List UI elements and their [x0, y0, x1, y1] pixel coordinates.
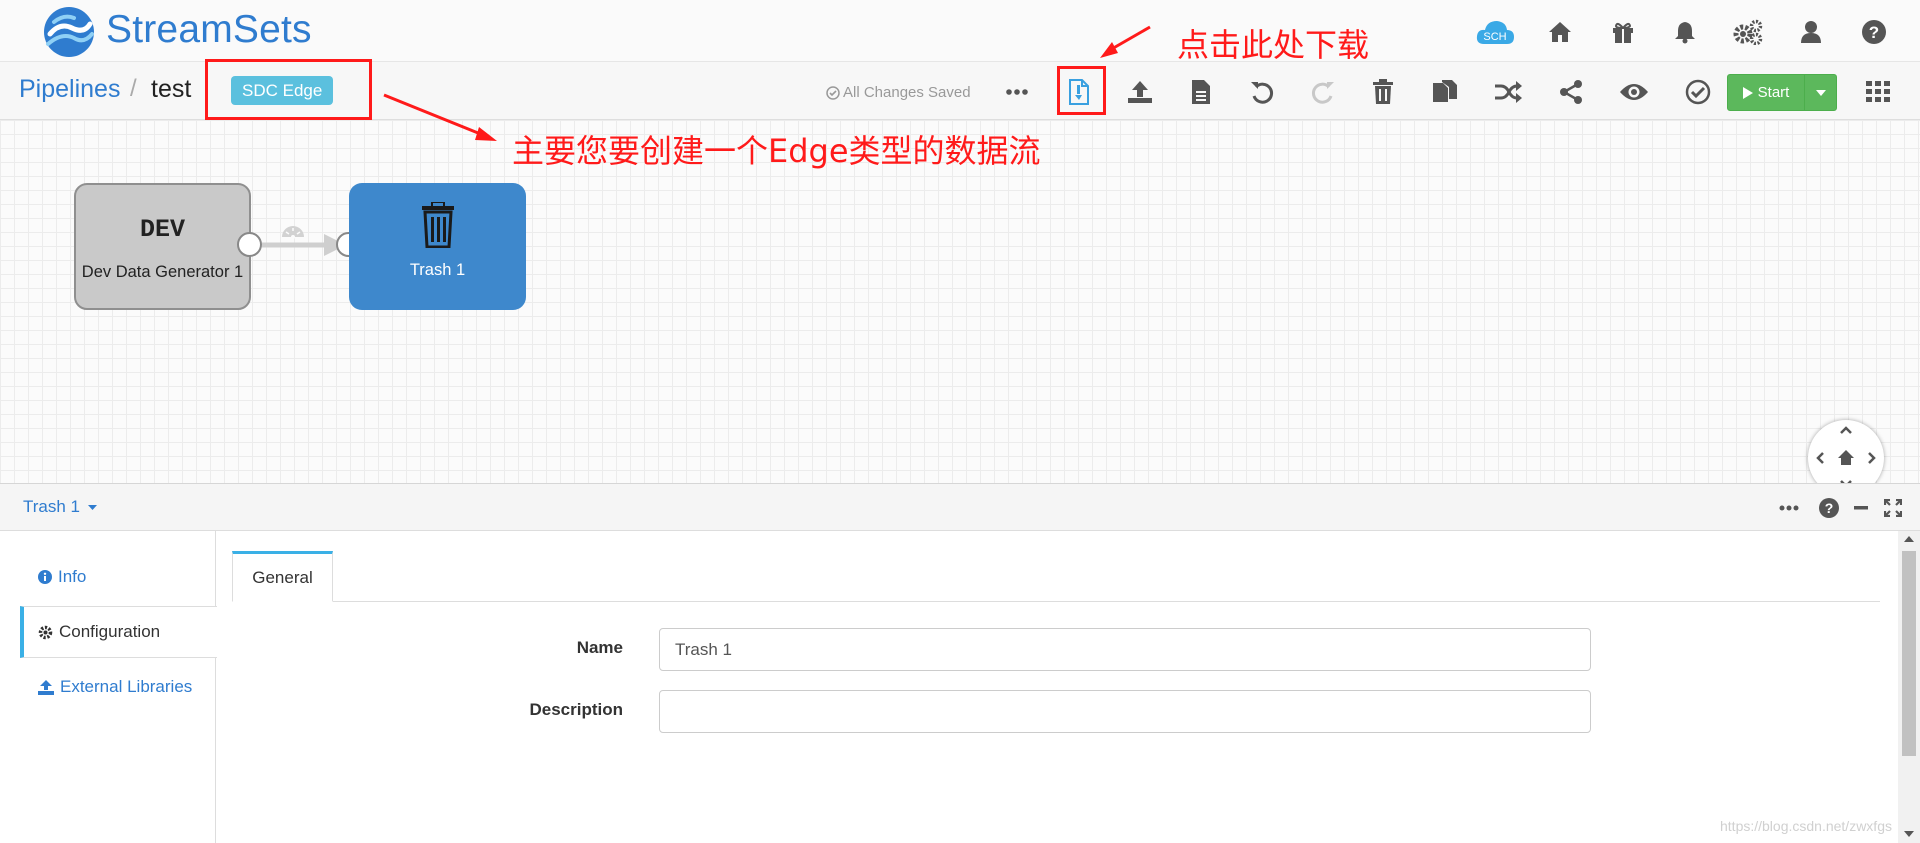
annotation-edge-hint: 主要您要创建一个Edge类型的数据流: [512, 132, 1041, 170]
annotation-download-hint: 点击此处下载: [1177, 26, 1370, 64]
arrow-from-badge: [383, 93, 497, 141]
watermark: https://blog.csdn.net/zwxfgs: [1720, 818, 1892, 834]
arrow-to-download: [1100, 25, 1151, 58]
